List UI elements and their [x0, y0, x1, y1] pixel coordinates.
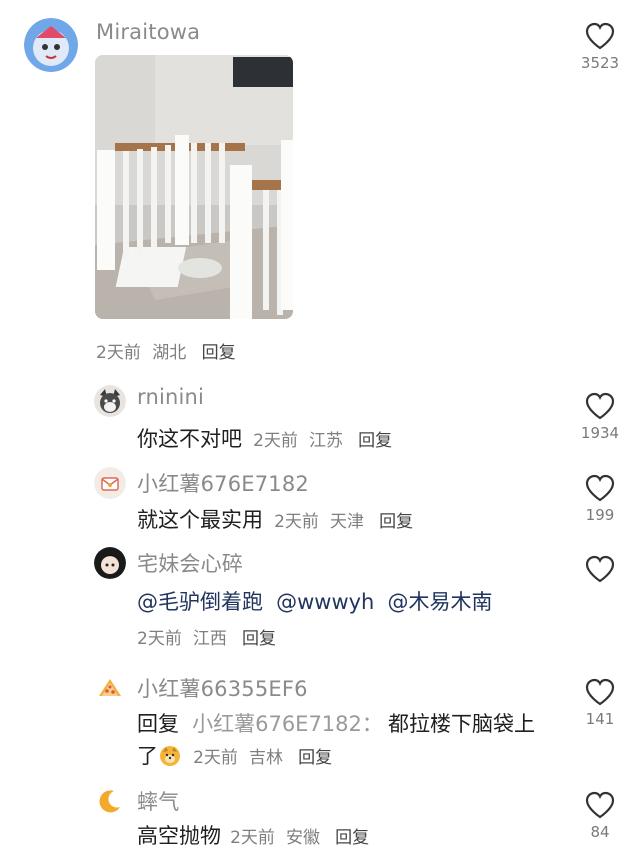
reply-location: 江西: [192, 629, 227, 649]
reply-content-line1: 回复 小红薯676E7182： 都拉楼下脑袋上: [137, 708, 535, 738]
mention-link[interactable]: @木易木南: [387, 590, 492, 614]
reply-location: 安徽: [286, 828, 321, 848]
reply-button[interactable]: 回复: [358, 431, 392, 451]
reply-mentions: @毛驴倒着跑 @wwwyh @木易木南: [137, 586, 492, 616]
avatar-zhaimei[interactable]: [94, 547, 126, 579]
reply-content: 高空抛物 2天前 安徽 回复: [137, 820, 369, 850]
comment-username[interactable]: Miraitowa: [96, 20, 200, 44]
like-count: 3523: [580, 54, 620, 72]
doge-emoji-icon: [160, 746, 180, 766]
reply-time: 2天前: [230, 828, 275, 848]
reply-button[interactable]: 回复: [379, 512, 413, 532]
reply-target-username[interactable]: 小红薯676E7182: [192, 712, 362, 736]
mention-link[interactable]: @毛驴倒着跑: [137, 590, 263, 614]
reply-username[interactable]: 宅妹会心碎: [137, 548, 243, 578]
comment-location: 湖北: [152, 343, 187, 363]
reply-username[interactable]: 蟀气: [137, 786, 179, 816]
reply-button[interactable]: 回复: [202, 343, 236, 363]
like-button[interactable]: 141: [578, 678, 622, 728]
reply-text: 高空抛物: [137, 824, 221, 848]
reply-username[interactable]: 小红薯66355EF6: [137, 673, 308, 703]
avatar-rninini[interactable]: [94, 385, 126, 417]
reply-text: 就这个最实用: [137, 508, 263, 532]
avatar-shuaiqi[interactable]: [94, 785, 126, 817]
heart-outline-icon: [585, 678, 615, 706]
reply-text: 你这不对吧: [137, 427, 242, 451]
heart-outline-icon: [585, 392, 615, 420]
reply-username[interactable]: rninini: [137, 385, 204, 409]
comment-time: 2天前: [96, 343, 141, 363]
reply-content-line2: 了 2天前 吉林 回复: [137, 740, 332, 770]
avatar-xiaohongshu-676e7182[interactable]: [94, 467, 126, 499]
reply-text: 都拉楼下脑袋上: [387, 712, 535, 736]
reply-content: 就这个最实用 2天前 天津 回复: [137, 504, 413, 534]
reply-username[interactable]: 小红薯676E7182: [137, 468, 309, 498]
heart-outline-icon: [585, 22, 615, 50]
heart-outline-icon: [585, 555, 615, 583]
heart-outline-icon: [585, 791, 615, 819]
like-button[interactable]: 84: [578, 791, 622, 841]
reply-location: 吉林: [249, 748, 284, 768]
mention-link[interactable]: @wwwyh: [276, 590, 374, 614]
comment-meta: 2天前 湖北 回复: [96, 338, 236, 363]
reply-time: 2天前: [253, 431, 298, 451]
reply-location: 江苏: [309, 431, 344, 451]
reply-time: 2天前: [137, 629, 182, 649]
comment-image[interactable]: [95, 55, 293, 319]
reply-button[interactable]: 回复: [335, 828, 369, 848]
reply-text-continued: 了: [137, 744, 158, 768]
reply-content: 你这不对吧 2天前 江苏 回复: [137, 423, 392, 453]
like-button[interactable]: 199: [578, 474, 622, 524]
like-button[interactable]: 3523: [578, 22, 622, 72]
reply-time: 2天前: [274, 512, 319, 532]
reply-button[interactable]: 回复: [298, 748, 332, 768]
like-count: 84: [590, 823, 610, 841]
reply-prefix: 回复: [137, 712, 179, 736]
avatar-xiaohongshu-66355ef6[interactable]: [94, 672, 126, 704]
like-count: 1934: [580, 424, 620, 442]
like-count: 141: [585, 710, 615, 728]
reply-button[interactable]: 回复: [242, 629, 276, 649]
reply-meta: 2天前 江西 回复: [137, 624, 276, 649]
like-button[interactable]: [578, 555, 622, 583]
reply-location: 天津: [330, 512, 365, 532]
like-count: 199: [585, 506, 615, 524]
reply-separator: ：: [361, 712, 383, 736]
like-button[interactable]: 1934: [578, 392, 622, 442]
heart-outline-icon: [585, 474, 615, 502]
avatar-miraitowa[interactable]: [24, 18, 78, 72]
reply-time: 2天前: [193, 748, 238, 768]
